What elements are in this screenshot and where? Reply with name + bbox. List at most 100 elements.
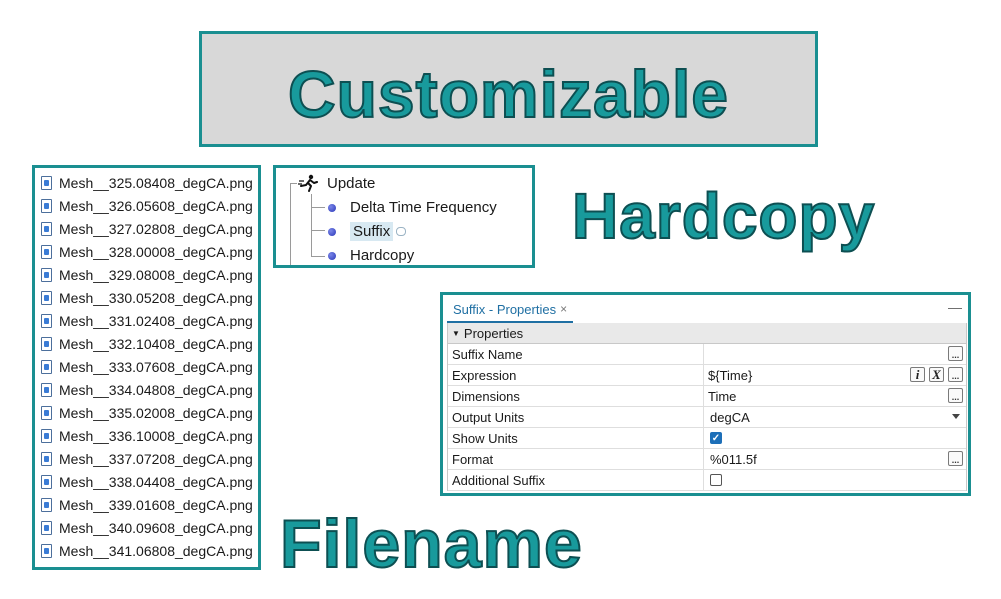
property-name: Dimensions xyxy=(448,386,704,406)
png-file-icon xyxy=(41,360,52,374)
collapse-triangle-icon: ▼ xyxy=(452,328,460,338)
group-label: Properties xyxy=(463,325,524,341)
file-list-item[interactable]: Mesh__336.10008_degCA.png xyxy=(41,426,253,446)
tree-node-suffix[interactable]: Suffix xyxy=(328,222,407,241)
minimize-icon[interactable]: — xyxy=(948,299,962,315)
show-units-cell: ✓ xyxy=(704,428,966,448)
close-icon[interactable]: × xyxy=(560,302,567,316)
filename-heading: Filename xyxy=(279,506,583,582)
file-list-item[interactable]: Mesh__332.10408_degCA.png xyxy=(41,334,253,354)
file-list-item[interactable]: Mesh__339.01608_degCA.png xyxy=(41,495,253,515)
file-name: Mesh__335.02008_degCA.png xyxy=(59,405,253,421)
file-list-item[interactable]: Mesh__325.08408_degCA.png xyxy=(41,173,253,193)
file-name: Mesh__328.00008_degCA.png xyxy=(59,244,253,260)
tree-connector xyxy=(290,183,291,265)
property-row-additional-suffix[interactable]: Additional Suffix xyxy=(448,470,966,491)
title-heading: Customizable xyxy=(287,57,730,131)
show-units-checkbox[interactable]: ✓ xyxy=(710,432,722,444)
dimensions-field[interactable]: Time ... xyxy=(704,386,966,406)
property-row-output-units[interactable]: Output Units degCA xyxy=(448,407,966,428)
file-list-item[interactable]: Mesh__340.09608_degCA.png xyxy=(41,518,253,538)
property-value: ${Time} xyxy=(708,367,753,383)
suffix-name-field[interactable]: ... xyxy=(704,344,966,364)
ellipsis-button[interactable]: ... xyxy=(948,451,963,466)
file-list-item[interactable]: Mesh__326.05608_degCA.png xyxy=(41,196,253,216)
png-file-icon xyxy=(41,176,52,190)
file-name: Mesh__340.09608_degCA.png xyxy=(59,520,253,536)
property-value: Time xyxy=(708,388,737,404)
file-name: Mesh__326.05608_degCA.png xyxy=(59,198,253,214)
property-name: Output Units xyxy=(448,407,704,427)
property-dot-icon xyxy=(328,251,336,260)
file-name: Mesh__338.04408_degCA.png xyxy=(59,474,253,490)
format-field[interactable]: %011.5f ... xyxy=(704,449,966,469)
property-name: Additional Suffix xyxy=(448,470,704,490)
file-list-item[interactable]: Mesh__327.02808_degCA.png xyxy=(41,219,253,239)
property-name: Show Units xyxy=(448,428,704,448)
chevron-down-icon[interactable] xyxy=(952,414,960,419)
expression-field[interactable]: ${Time} i X ... xyxy=(704,365,966,385)
property-name: Expression xyxy=(448,365,704,385)
ellipsis-button[interactable]: ... xyxy=(948,367,963,382)
png-file-icon xyxy=(41,452,52,466)
output-units-select[interactable]: degCA xyxy=(704,407,966,427)
additional-suffix-cell xyxy=(704,470,966,490)
png-file-icon xyxy=(41,406,52,420)
png-file-icon xyxy=(41,337,52,351)
png-file-icon xyxy=(41,429,52,443)
file-list-item[interactable]: Mesh__334.04808_degCA.png xyxy=(41,380,253,400)
property-row-format[interactable]: Format %011.5f ... xyxy=(448,449,966,470)
file-list-item[interactable]: Mesh__341.06808_degCA.png xyxy=(41,541,253,561)
additional-suffix-checkbox[interactable] xyxy=(710,474,722,486)
png-file-icon xyxy=(41,291,52,305)
tree-node-update[interactable]: Update xyxy=(298,174,375,192)
file-name: Mesh__336.10008_degCA.png xyxy=(59,428,253,444)
tree-node-label: Hardcopy xyxy=(350,247,415,264)
property-value: degCA xyxy=(710,409,750,425)
file-list-item[interactable]: Mesh__335.02008_degCA.png xyxy=(41,403,253,423)
property-row-expression[interactable]: Expression ${Time} i X ... xyxy=(448,365,966,386)
file-list[interactable]: Mesh__325.08408_degCA.png Mesh__326.05608… xyxy=(32,165,261,570)
ellipsis-button[interactable]: ... xyxy=(948,388,963,403)
file-name: Mesh__331.02408_degCA.png xyxy=(59,313,253,329)
tree-connector xyxy=(290,183,297,184)
property-row-dimensions[interactable]: Dimensions Time ... xyxy=(448,386,966,407)
tree-node-delta-time-frequency[interactable]: Delta Time Frequency xyxy=(328,199,497,216)
file-name: Mesh__341.06808_degCA.png xyxy=(59,543,253,559)
file-list-item[interactable]: Mesh__330.05208_degCA.png xyxy=(41,288,253,308)
png-file-icon xyxy=(41,222,52,236)
png-file-icon xyxy=(41,245,52,259)
file-list-item[interactable]: Mesh__333.07608_degCA.png xyxy=(41,357,253,377)
png-file-icon xyxy=(41,475,52,489)
png-file-icon xyxy=(41,521,52,535)
file-name: Mesh__327.02808_degCA.png xyxy=(59,221,253,237)
file-list-item[interactable]: Mesh__328.00008_degCA.png xyxy=(41,242,253,262)
property-dot-icon xyxy=(328,203,336,212)
tree-connector xyxy=(311,207,325,208)
clear-expression-button[interactable]: X xyxy=(929,367,944,382)
property-value: %011.5f xyxy=(710,451,757,467)
property-row-show-units[interactable]: Show Units ✓ xyxy=(448,428,966,449)
info-button[interactable]: i xyxy=(910,367,925,382)
tree-node-hardcopy[interactable]: Hardcopy xyxy=(328,247,414,264)
hardcopy-heading: Hardcopy xyxy=(571,180,876,252)
file-name: Mesh__339.01608_degCA.png xyxy=(59,497,253,513)
property-row-suffix-name[interactable]: Suffix Name ... xyxy=(448,344,966,365)
file-list-item[interactable]: Mesh__331.02408_degCA.png xyxy=(41,311,253,331)
file-list-item[interactable]: Mesh__337.07208_degCA.png xyxy=(41,449,253,469)
file-list-item[interactable]: Mesh__338.04408_degCA.png xyxy=(41,472,253,492)
png-file-icon xyxy=(41,383,52,397)
tree-connector xyxy=(311,194,312,257)
tree-panel: Update Delta Time Frequency Suffix Hardc… xyxy=(273,165,535,268)
tab-suffix-properties[interactable]: Suffix - Properties × xyxy=(447,297,574,323)
png-file-icon xyxy=(41,268,52,282)
file-name: Mesh__333.07608_degCA.png xyxy=(59,359,253,375)
ellipsis-button[interactable]: ... xyxy=(948,346,963,361)
file-list-item[interactable]: Mesh__329.08008_degCA.png xyxy=(41,265,253,285)
tree-connector xyxy=(311,256,325,257)
png-file-icon xyxy=(41,498,52,512)
tree-node-label: Delta Time Frequency xyxy=(350,199,497,216)
tree-node-label: Update xyxy=(327,174,376,192)
properties-group-header[interactable]: ▼ Properties xyxy=(448,323,966,344)
properties-panel: Suffix - Properties × — ▼ Properties Suf… xyxy=(440,292,971,496)
